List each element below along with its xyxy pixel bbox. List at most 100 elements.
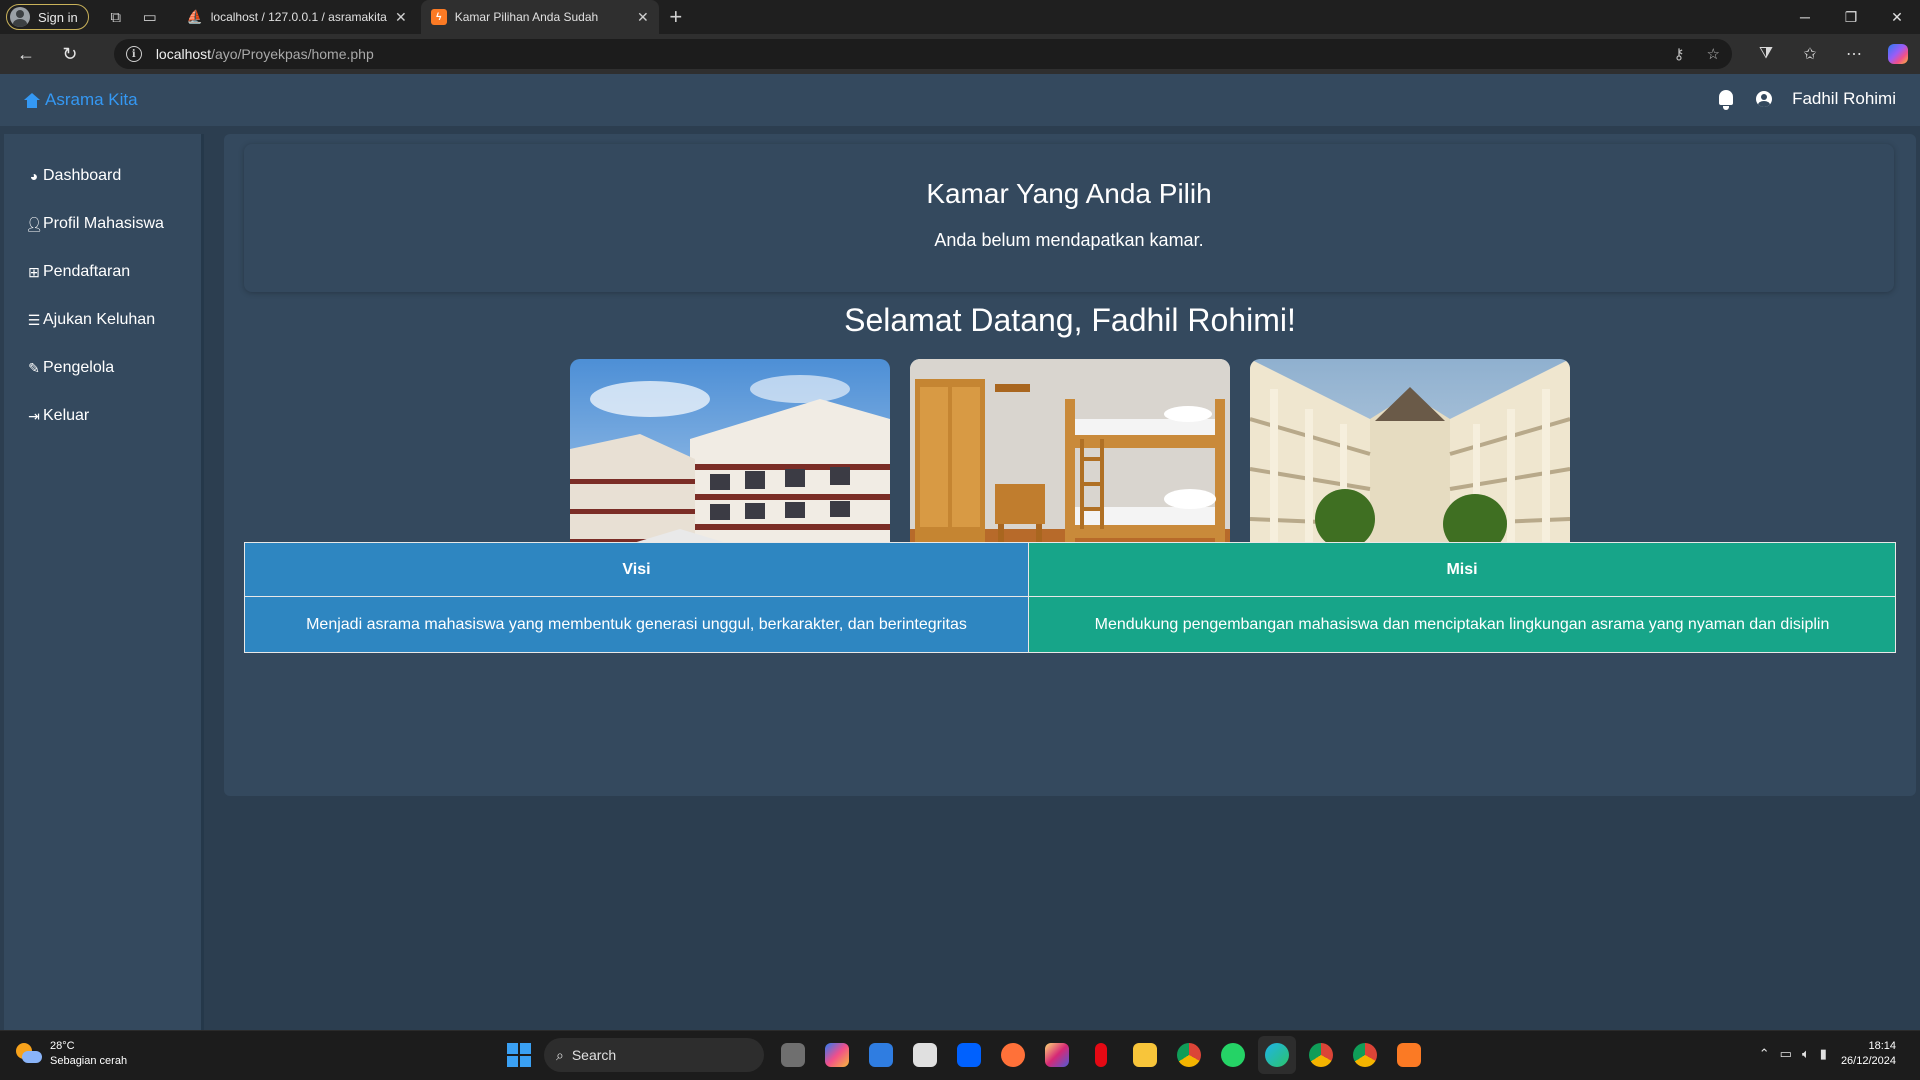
window-controls: ─ ❐ ✕ bbox=[1782, 0, 1920, 34]
site-info-icon[interactable]: i bbox=[125, 46, 142, 62]
whatsapp-icon[interactable] bbox=[1214, 1036, 1252, 1074]
tab-kamar-pilihan[interactable]: ϟ Kamar Pilihan Anda Sudah ✕ bbox=[420, 0, 659, 34]
tab-close-icon[interactable]: ✕ bbox=[637, 9, 649, 26]
clock-date: 26/12/2024 bbox=[1840, 1055, 1896, 1067]
chevron-up-icon[interactable]: ⌃ bbox=[1759, 1046, 1770, 1062]
sidebar-item-label: Ajukan Keluhan bbox=[43, 311, 156, 328]
tab-title: Kamar Pilihan Anda Sudah bbox=[454, 10, 599, 24]
store-icon[interactable] bbox=[862, 1036, 900, 1074]
table-header-row: Visi Misi bbox=[244, 542, 1896, 597]
sidebar-item-label: Profil Mahasiswa bbox=[43, 215, 164, 232]
page-viewport: Asrama Kita Fadhil Rohimi ◕ Dashboard 👤︎… bbox=[0, 74, 1920, 1030]
user-circle-icon[interactable] bbox=[1756, 91, 1773, 107]
dropbox-icon[interactable] bbox=[950, 1036, 988, 1074]
address-bar[interactable]: i localhost/ayo/Proyekpas/home.php ⚷ ☆ bbox=[113, 39, 1732, 69]
system-tray: ⌃ ▭ 🔈︎ ▮ 18:14 26/12/2024 bbox=[1759, 1039, 1896, 1069]
sidebar-item-label: Pendaftaran bbox=[43, 263, 131, 280]
list-icon: ☰ bbox=[27, 311, 41, 328]
tab-close-icon[interactable]: ✕ bbox=[395, 9, 407, 26]
tab-actions-icon[interactable]: ▭ bbox=[133, 3, 167, 31]
tab-title: localhost / 127.0.0.1 / asramakita bbox=[210, 10, 387, 24]
taskbar: 28°C Sebagian cerah ⌕ Search ⌃ ▭ 🔈︎ ▮ 18… bbox=[0, 1030, 1920, 1080]
sidebar-item-keluar[interactable]: ⇥ Keluar bbox=[4, 392, 201, 440]
back-icon[interactable]: ← bbox=[8, 38, 44, 70]
misi-text: Mendukung pengembangan mahasiswa dan men… bbox=[1028, 596, 1896, 653]
firefox-icon[interactable] bbox=[994, 1036, 1032, 1074]
copilot-icon[interactable] bbox=[1876, 38, 1920, 70]
netflix-icon[interactable] bbox=[1082, 1036, 1120, 1074]
sidebar-item-pengelola[interactable]: ✎ Pengelola bbox=[4, 344, 201, 392]
sign-out-icon: ⇥ bbox=[28, 407, 40, 424]
volume-icon[interactable]: 🔈︎ bbox=[1802, 1046, 1810, 1062]
brand-label: Asrama Kita bbox=[45, 90, 138, 109]
instagram-icon[interactable] bbox=[1038, 1036, 1076, 1074]
amazon-icon[interactable] bbox=[906, 1036, 944, 1074]
misi-header: Misi bbox=[1028, 542, 1896, 597]
sidebar-item-pendaftaran[interactable]: ⊞ Pendaftaran bbox=[4, 248, 201, 296]
profile-avatar-icon bbox=[10, 7, 30, 27]
table-icon: ⊞ bbox=[28, 263, 40, 280]
favorite-star-icon[interactable]: ☆ bbox=[1707, 45, 1720, 63]
main-content: Kamar Yang Anda Pilih Anda belum mendapa… bbox=[224, 134, 1916, 796]
brand-link[interactable]: Asrama Kita bbox=[24, 90, 138, 110]
clock-time: 18:14 bbox=[1868, 1040, 1896, 1052]
favorites-icon[interactable]: ✩ bbox=[1788, 38, 1832, 70]
minimize-icon[interactable]: ─ bbox=[1782, 0, 1828, 34]
sidebar-item-profil-mahasiswa[interactable]: 👤︎ Profil Mahasiswa bbox=[4, 200, 201, 248]
chrome-profile-icon[interactable] bbox=[1302, 1036, 1340, 1074]
browser-tab-strip: Sign in ⧉ ▭ ⛵ localhost / 127.0.0.1 / as… bbox=[0, 0, 1920, 34]
workspaces-icon[interactable]: ⧉ bbox=[99, 3, 133, 31]
room-card-message: Anda belum mendapatkan kamar. bbox=[934, 230, 1204, 250]
search-icon: ⌕ bbox=[556, 1046, 564, 1063]
phpmyadmin-favicon-icon: ⛵ bbox=[186, 9, 203, 24]
sidebar-item-label: Pengelola bbox=[43, 359, 115, 376]
room-card-title: Kamar Yang Anda Pilih bbox=[926, 178, 1212, 209]
edge-icon[interactable] bbox=[1258, 1036, 1296, 1074]
chrome-profile-2-icon[interactable] bbox=[1346, 1036, 1384, 1074]
reload-icon[interactable]: ↻ bbox=[52, 38, 88, 70]
profile-signin-button[interactable]: Sign in bbox=[6, 4, 89, 30]
top-navbar: Asrama Kita Fadhil Rohimi bbox=[0, 74, 1920, 126]
home-icon bbox=[24, 92, 40, 108]
task-view-icon[interactable] bbox=[774, 1036, 812, 1074]
xampp-favicon-icon: ϟ bbox=[430, 9, 447, 25]
battery-icon[interactable]: ▮ bbox=[1820, 1046, 1827, 1062]
signin-label: Sign in bbox=[38, 9, 78, 25]
weather-temp: 28°C bbox=[50, 1040, 75, 1052]
sidebar-item-label: Keluar bbox=[43, 407, 90, 424]
url-text[interactable]: localhost/ayo/Proyekpas/home.php bbox=[156, 46, 1674, 62]
new-tab-button[interactable]: + bbox=[659, 0, 693, 34]
welcome-heading: Selamat Datang, Fadhil Rohimi! bbox=[844, 302, 1296, 338]
sidebar-item-label: Dashboard bbox=[43, 167, 122, 184]
visi-text: Menjadi asrama mahasiswa yang membentuk … bbox=[244, 596, 1029, 653]
user-icon: 👤︎ bbox=[25, 215, 43, 232]
file-explorer-icon[interactable] bbox=[1126, 1036, 1164, 1074]
clock[interactable]: 18:14 26/12/2024 bbox=[1841, 1039, 1896, 1069]
start-button[interactable] bbox=[500, 1036, 538, 1074]
more-menu-icon[interactable]: ⋯ bbox=[1832, 38, 1876, 70]
close-window-icon[interactable]: ✕ bbox=[1874, 0, 1920, 34]
dashboard-icon: ◕ bbox=[29, 168, 39, 184]
browser-toolbar: ← ↻ i localhost/ayo/Proyekpas/home.php ⚷… bbox=[0, 34, 1920, 74]
search-label: Search bbox=[571, 1047, 617, 1063]
sidebar: ◕ Dashboard 👤︎ Profil Mahasiswa ⊞ Pendaf… bbox=[4, 134, 204, 1030]
tab-phpmyadmin[interactable]: ⛵ localhost / 127.0.0.1 / asramakita ✕ bbox=[177, 0, 417, 34]
bell-icon[interactable] bbox=[1716, 88, 1736, 110]
key-icon[interactable]: ⚷ bbox=[1674, 45, 1685, 63]
weather-widget[interactable]: 28°C Sebagian cerah bbox=[16, 1039, 127, 1069]
table-row: Menjadi asrama mahasiswa yang membentuk … bbox=[244, 596, 1896, 653]
display-icon[interactable]: ▭ bbox=[1780, 1046, 1792, 1062]
chrome-icon[interactable] bbox=[1170, 1036, 1208, 1074]
partly-sunny-icon bbox=[16, 1043, 42, 1065]
sidebar-item-ajukan-keluhan[interactable]: ☰ Ajukan Keluhan bbox=[4, 296, 201, 344]
restore-icon[interactable]: ❐ bbox=[1828, 0, 1874, 34]
copilot-app-icon[interactable] bbox=[818, 1036, 856, 1074]
extensions-icon[interactable]: ⧩ bbox=[1744, 38, 1788, 70]
vision-mission-table: Visi Misi Menjadi asrama mahasiswa yang … bbox=[244, 542, 1896, 653]
user-name[interactable]: Fadhil Rohimi bbox=[1792, 89, 1896, 109]
visi-header: Visi bbox=[244, 542, 1029, 597]
xampp-icon[interactable] bbox=[1390, 1036, 1428, 1074]
taskbar-search[interactable]: ⌕ Search bbox=[544, 1038, 764, 1072]
sidebar-item-dashboard[interactable]: ◕ Dashboard bbox=[4, 152, 201, 200]
room-card: Kamar Yang Anda Pilih Anda belum mendapa… bbox=[244, 144, 1894, 292]
